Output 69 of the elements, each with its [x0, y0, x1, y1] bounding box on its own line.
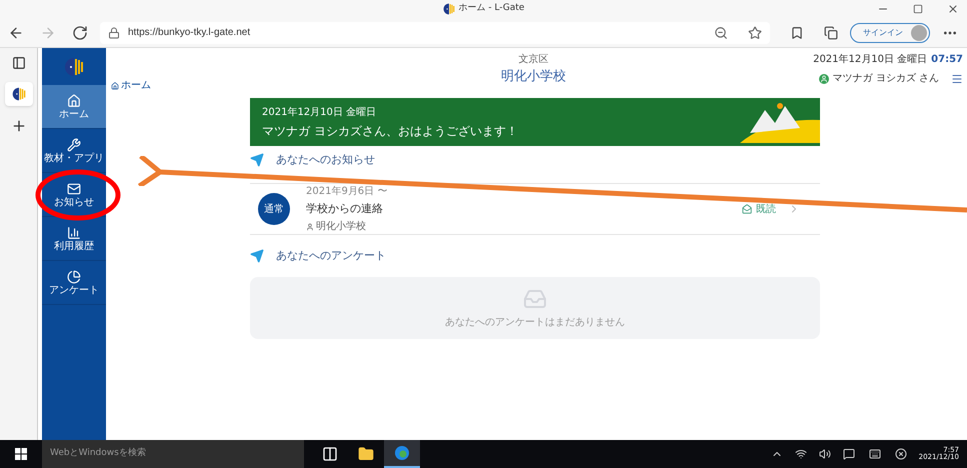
mail-icon: [67, 182, 81, 196]
new-tab-icon[interactable]: [10, 118, 26, 134]
volume-icon[interactable]: [818, 448, 831, 460]
banner-date: 2021年12月10日 金曜日: [262, 106, 378, 120]
breadcrumb-link[interactable]: ホーム: [121, 78, 151, 93]
paper-plane-icon: [250, 249, 264, 263]
collections-icon[interactable]: [824, 26, 838, 40]
close-icon[interactable]: [947, 3, 959, 15]
sidebar-label: 利用履歴: [54, 242, 94, 252]
notice-row[interactable]: 通常 2021年9月6日 〜 学校からの連絡 明化小学校 既読: [250, 183, 820, 235]
read-envelope-icon: [742, 204, 752, 214]
task-view-icon: [322, 446, 338, 462]
url-text: https://bunkyo-tky.l-gate.net: [128, 26, 252, 40]
sidebar-label: お知らせ: [54, 198, 94, 208]
tab-actions-icon[interactable]: [12, 56, 26, 70]
notice-title: 学校からの連絡: [306, 200, 384, 217]
star-icon[interactable]: [748, 26, 762, 40]
folder-icon: [358, 446, 374, 462]
logo-icon: [12, 87, 26, 101]
notice-sender: 明化小学校: [316, 220, 366, 234]
header-date: 2021年12月10日 金曜日: [813, 53, 928, 67]
tools-icon: [67, 138, 81, 152]
sidebar-item[interactable]: お知らせ: [42, 173, 106, 217]
keyboard-icon[interactable]: [866, 448, 883, 460]
taskbar-app[interactable]: [384, 440, 420, 468]
school-name: 明化小学校: [501, 68, 566, 86]
pie-chart-icon: [67, 270, 81, 284]
section-title: あなたへのお知らせ: [276, 152, 375, 168]
tab-title: ホーム - L-Gate: [458, 2, 524, 16]
sidebar-label: ホーム: [59, 110, 89, 120]
menu-icon[interactable]: [951, 72, 963, 84]
avatar-icon: [911, 24, 927, 40]
back-icon[interactable]: [8, 24, 24, 40]
sidebar-item[interactable]: 教材・アプリ: [42, 129, 106, 173]
taskbar-search-field[interactable]: WebとWindowsを検索: [42, 440, 304, 468]
sidebar-item[interactable]: アンケート: [42, 261, 106, 305]
empty-message: あなたへのアンケートはまだありません: [445, 316, 625, 330]
notice-period: 2021年9月6日 〜: [306, 184, 388, 199]
lock-icon: [108, 26, 120, 38]
greeting-text: マツナガ ヨシカズさん、おはようございます！: [262, 122, 518, 140]
windows-start-icon[interactable]: [15, 448, 27, 460]
home-icon: [67, 94, 81, 108]
logo-icon: [442, 3, 455, 15]
tab-button[interactable]: [4, 82, 32, 106]
favorites-icon[interactable]: [790, 26, 804, 40]
sidebar-label: アンケート: [49, 286, 99, 296]
address-bar[interactable]: https://bunkyo-tky.l-gate.net: [100, 22, 770, 44]
breadcrumb-home-icon: [111, 82, 119, 90]
user-name: マツナガ ヨシカズ さん: [832, 72, 939, 86]
notice-badge: 通常: [258, 193, 290, 225]
zoom-out-icon[interactable]: [714, 26, 728, 40]
bar-chart-icon: [67, 226, 81, 240]
notification-icon[interactable]: [842, 448, 855, 460]
sender-icon: [306, 222, 314, 231]
logo-icon: [64, 56, 84, 76]
sign-in-button[interactable]: サインイン: [850, 22, 930, 42]
section-title: あなたへのアンケート: [276, 248, 386, 264]
header-time: 07:57: [931, 53, 963, 67]
ward-name: 文京区: [518, 52, 548, 67]
reload-icon[interactable]: [72, 24, 88, 40]
browser-icon: [394, 445, 410, 461]
maximize-icon[interactable]: [913, 4, 923, 14]
status-icon[interactable]: [894, 448, 907, 460]
read-status: 既読: [756, 202, 776, 216]
sidebar-item[interactable]: ホーム: [42, 85, 106, 129]
paper-plane-icon: [250, 153, 264, 167]
user-icon: [818, 74, 829, 84]
sidebar-label: 教材・アプリ: [44, 154, 104, 164]
sidebar-item[interactable]: 利用履歴: [42, 217, 106, 261]
